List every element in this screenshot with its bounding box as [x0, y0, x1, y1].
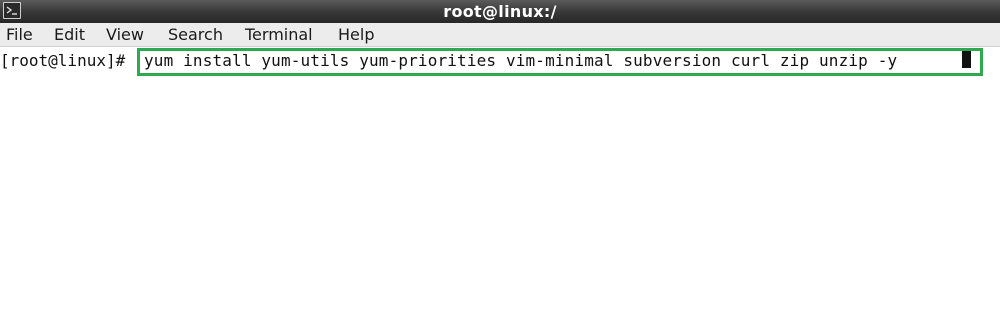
shell-prompt: [root@linux]#: [0, 51, 126, 70]
terminal-window: root@linux:/ File Edit View Search Termi…: [0, 0, 1000, 314]
menu-search[interactable]: Search: [168, 23, 223, 46]
command-line: [root@linux]# yum install yum-utils yum-…: [0, 49, 897, 73]
menu-help[interactable]: Help: [338, 23, 374, 46]
title-bar[interactable]: root@linux:/: [0, 0, 1000, 23]
menu-terminal[interactable]: Terminal: [245, 23, 313, 46]
menu-edit[interactable]: Edit: [54, 23, 85, 46]
terminal-icon[interactable]: [3, 2, 21, 19]
menu-view[interactable]: View: [106, 23, 144, 46]
window-title: root@linux:/: [443, 2, 557, 21]
terminal-output[interactable]: [root@linux]# yum install yum-utils yum-…: [0, 47, 1000, 314]
menu-file[interactable]: File: [6, 23, 33, 46]
menu-bar: File Edit View Search Terminal Help: [0, 23, 1000, 47]
command-highlight-box: [137, 48, 983, 76]
